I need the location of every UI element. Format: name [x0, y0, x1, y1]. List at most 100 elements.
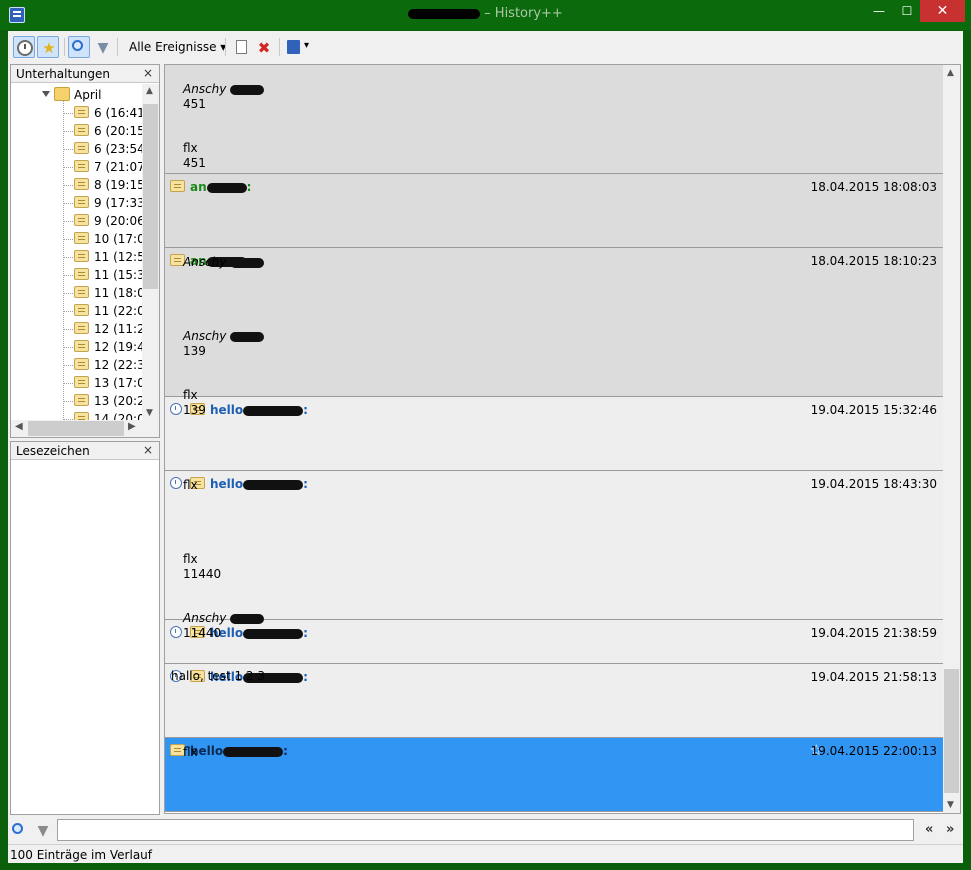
- search-bar: ▼ « »: [8, 818, 963, 842]
- message-item[interactable]: Anschy 451 flx 451: [165, 65, 943, 174]
- message-item[interactable]: hello: 19.04.2015 21:38:59 hallo, test 1 2…: [165, 620, 943, 683]
- scroll-up-icon[interactable]: ▲: [947, 68, 954, 78]
- toolbar-separator: [225, 38, 226, 56]
- toolbar-separator: [64, 38, 65, 56]
- message-item[interactable]: hello:19.04.2015 18:43:30 flx 11440 Anschy 1…: [165, 471, 943, 640]
- message-header: hello: ☆ 19.04.2015 22:00:13: [165, 738, 943, 760]
- message-item[interactable]: hello:☆19.04.2015 22:00:13flx: [165, 738, 943, 812]
- tree-item-session[interactable]: 6 (23:54): [11, 140, 142, 158]
- tree-guide-line: [64, 347, 73, 348]
- conversations-close-button[interactable]: ×: [143, 66, 153, 80]
- search-next-button[interactable]: »: [946, 822, 954, 837]
- redacted-sender-name: [223, 746, 284, 757]
- redacted-quote-name: [230, 613, 265, 624]
- tree-guide-line: [64, 275, 73, 276]
- message-sender: hello:: [210, 403, 308, 417]
- delete-button[interactable]: ✖: [252, 36, 274, 58]
- scrollbar-thumb[interactable]: [28, 421, 124, 436]
- window-client: ★ ▼ Alle Ereignisse ▾ ✖ ▾ Unterhaltungen…: [8, 31, 963, 863]
- conversations-vertical-scrollbar[interactable]: ▲ ▼: [142, 84, 159, 420]
- message-header: hello:19.04.2015 21:58:13: [165, 664, 943, 686]
- redacted-sender-name: [206, 182, 247, 193]
- tree-item-session[interactable]: 8 (19:15): [11, 176, 142, 194]
- close-button[interactable]: ✕: [920, 0, 965, 22]
- conversations-tree[interactable]: April 6 (16:41)6 (20:15)6 (23:54)7 (21:0…: [11, 84, 142, 420]
- message-timestamp: 18.04.2015 18:10:23: [810, 254, 937, 268]
- message-timestamp: 19.04.2015 15:32:46: [810, 403, 937, 417]
- sessions-toggle-button[interactable]: [13, 36, 35, 58]
- clear-filter-button[interactable]: ▼: [31, 819, 53, 841]
- tree-item-session[interactable]: 11 (12:50): [11, 248, 142, 266]
- scroll-down-icon[interactable]: ▼: [146, 408, 153, 418]
- conversations-horizontal-scrollbar[interactable]: ◀ ▶: [11, 420, 159, 437]
- tree-item-session[interactable]: 6 (20:15): [11, 122, 142, 140]
- search-toggle-button[interactable]: [68, 36, 90, 58]
- tree-item-session[interactable]: 11 (22:04): [11, 302, 142, 320]
- message-timestamp: 19.04.2015 21:38:59: [810, 626, 937, 640]
- window-title: – History++: [0, 6, 971, 21]
- tree-item-session[interactable]: 9 (17:33): [11, 194, 142, 212]
- tree-item-session[interactable]: 12 (22:33): [11, 356, 142, 374]
- message-icon: [74, 304, 89, 316]
- redacted-contact-name: [408, 8, 481, 19]
- message-item[interactable]: an: 18.04.2015 18:08:03 Anschy: [165, 174, 943, 269]
- tree-item-session[interactable]: 13 (20:29): [11, 392, 142, 410]
- message-item[interactable]: hello:19.04.2015 21:58:13 flx: [165, 664, 943, 759]
- events-filter-dropdown[interactable]: Alle Ereignisse ▾: [129, 40, 226, 54]
- star-icon: ★: [42, 39, 56, 57]
- toolbar-separator: [117, 38, 118, 56]
- message-item[interactable]: hello: 19.04.2015 15:32:46 flx: [165, 397, 943, 492]
- search-previous-button[interactable]: «: [925, 822, 933, 837]
- tree-guide-line: [64, 383, 73, 384]
- tree-item-session[interactable]: 12 (11:27): [11, 320, 142, 338]
- maximize-button[interactable]: ☐: [894, 0, 920, 22]
- tree-guide-line: [64, 113, 73, 114]
- tree-item-session[interactable]: 6 (16:41): [11, 104, 142, 122]
- redacted-quote-name: [230, 331, 265, 342]
- filter-icon: ▼: [97, 40, 109, 56]
- tree-item-month[interactable]: April: [11, 86, 142, 104]
- tree-guide-line: [64, 185, 73, 186]
- tree-item-session[interactable]: 14 (20:05): [11, 410, 142, 420]
- scroll-right-icon[interactable]: ▶: [128, 421, 136, 432]
- message-icon: [74, 268, 89, 280]
- message-icon: [74, 214, 89, 226]
- tree-item-session[interactable]: 11 (15:38): [11, 266, 142, 284]
- sent-clock-icon: [170, 477, 182, 489]
- tree-guide-line: [64, 257, 73, 258]
- copy-button[interactable]: [230, 36, 252, 58]
- message-text-line: Anschy: [183, 329, 265, 343]
- redacted-sender-name: [243, 405, 304, 416]
- tree-item-session[interactable]: 12 (19:49): [11, 338, 142, 356]
- bookmarks-toggle-button[interactable]: ★: [37, 36, 59, 58]
- tree-guide-line: [64, 131, 73, 132]
- filter-button[interactable]: ▼: [91, 36, 113, 58]
- tree-item-session[interactable]: 11 (18:04): [11, 284, 142, 302]
- message-text-line: flx: [183, 388, 198, 402]
- search-input[interactable]: [57, 819, 914, 841]
- tree-item-session[interactable]: 7 (21:07): [11, 158, 142, 176]
- scroll-down-icon[interactable]: ▼: [947, 800, 954, 810]
- history-message-list[interactable]: hello:☆19.04.2015 22:00:13flxhello:19.04…: [164, 64, 961, 814]
- message-icon: [74, 340, 89, 352]
- scroll-left-icon[interactable]: ◀: [15, 421, 23, 432]
- scrollbar-thumb[interactable]: [143, 104, 158, 289]
- message-item[interactable]: an:18.04.2015 18:10:23Anschy139flx139: [165, 248, 943, 417]
- search-button[interactable]: [8, 819, 30, 841]
- message-text-line: flx: [183, 141, 198, 155]
- tree-expand-icon[interactable]: [42, 91, 50, 97]
- scrollbar-thumb[interactable]: [944, 669, 959, 793]
- minimize-button[interactable]: —: [864, 0, 894, 22]
- toolbar: ★ ▼ Alle Ereignisse ▾ ✖ ▾: [8, 31, 963, 63]
- tree-guide-line: [64, 221, 73, 222]
- tree-item-session[interactable]: 10 (17:04): [11, 230, 142, 248]
- message-icon: [74, 376, 89, 388]
- bookmarks-close-button[interactable]: ×: [143, 443, 153, 457]
- tree-guide-line: [64, 365, 73, 366]
- history-vertical-scrollbar[interactable]: ▲ ▼: [943, 65, 960, 813]
- scroll-up-icon[interactable]: ▲: [146, 86, 153, 96]
- tree-item-session[interactable]: 13 (17:08): [11, 374, 142, 392]
- history-menu-button[interactable]: ▾: [283, 36, 315, 58]
- tree-item-session[interactable]: 9 (20:06): [11, 212, 142, 230]
- folder-icon: [54, 87, 70, 101]
